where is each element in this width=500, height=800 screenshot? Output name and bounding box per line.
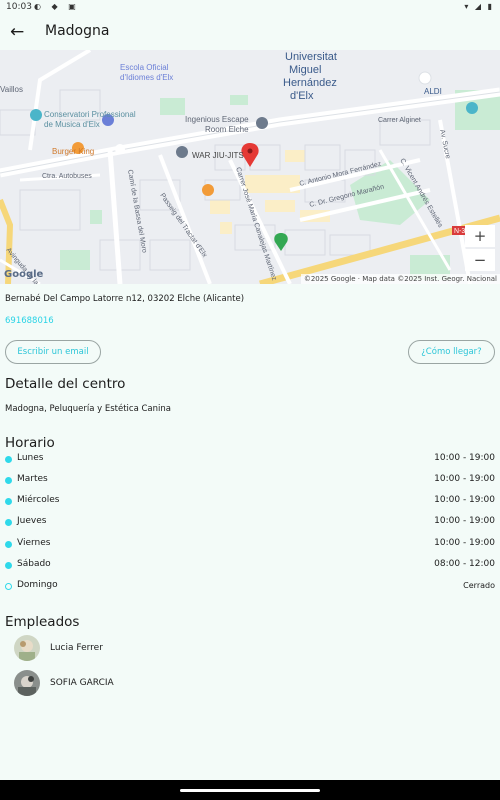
open-dot-icon — [5, 498, 12, 505]
system-icons: ▾ ◢ ▮ — [464, 2, 494, 11]
svg-text:WAR JIU-JITS: WAR JIU-JITS — [192, 151, 244, 160]
day-name: Lunes — [17, 453, 44, 463]
map-canvas: Universitat Miguel Hernández d'Elx Escola O… — [0, 50, 500, 284]
location-map[interactable]: Universitat Miguel Hernández d'Elx Escola O… — [0, 50, 500, 284]
detail-heading: Detalle del centro — [5, 376, 126, 392]
day-hours: 10:00 - 19:00 — [434, 516, 495, 526]
back-arrow-icon[interactable]: ← — [10, 22, 28, 42]
schedule-row: Martes 10:00 - 19:00 — [0, 473, 500, 489]
svg-text:Escola Oficiald'Idiomes d'Elx: Escola Oficial d'Idiomes d'Elx — [120, 63, 173, 82]
day-hours: Cerrado — [463, 581, 495, 590]
schedule-row: Miércoles 10:00 - 19:00 — [0, 494, 500, 510]
directions-button[interactable]: ¿Cómo llegar? — [408, 340, 495, 364]
map-attribution: ©2025 Google · Map data ©2025 Inst. Geog… — [300, 274, 500, 284]
employee-name: SOFIA GARCIA — [50, 678, 114, 688]
employee-item[interactable]: SOFIA GARCIA — [0, 670, 500, 698]
map-zoom-in-button[interactable]: + — [465, 225, 495, 247]
employees-heading: Empleados — [5, 614, 80, 630]
day-hours: 10:00 - 19:00 — [434, 538, 495, 548]
svg-text:Carrer Alginet: Carrer Alginet — [378, 117, 421, 124]
detail-text: Madogna, Peluquería y Estética Canina — [5, 404, 171, 414]
notification-icons: ◐ ◆ ▣ — [34, 2, 80, 11]
day-name: Domingo — [17, 580, 58, 590]
schedule-row: Domingo Cerrado — [0, 579, 500, 595]
day-hours: 10:00 - 19:00 — [434, 474, 495, 484]
avatar — [14, 635, 40, 661]
svg-text:ALDI: ALDI — [424, 87, 442, 96]
google-logo: Google — [4, 269, 44, 280]
avatar — [14, 670, 40, 696]
employee-item[interactable]: Lucia Ferrer — [0, 635, 500, 663]
day-name: Sábado — [17, 559, 51, 569]
system-nav-bar — [0, 780, 500, 800]
svg-text:Vaillos: Vaillos — [0, 85, 23, 94]
open-dot-icon — [5, 541, 12, 548]
day-name: Martes — [17, 474, 48, 484]
open-dot-icon — [5, 562, 12, 569]
employee-name: Lucia Ferrer — [50, 643, 103, 653]
app-bar: ← Madogna — [0, 16, 500, 50]
day-hours: 08:00 - 12:00 — [434, 559, 495, 569]
schedule-row: Jueves 10:00 - 19:00 — [0, 515, 500, 531]
day-name: Jueves — [17, 516, 47, 526]
email-button[interactable]: Escribir un email — [5, 340, 101, 364]
phone-link[interactable]: 691688016 — [5, 316, 54, 326]
status-time: 10:03 — [6, 2, 32, 12]
home-gesture-handle[interactable] — [180, 789, 320, 792]
map-zoom-out-button[interactable]: − — [465, 249, 495, 271]
open-dot-icon — [5, 477, 12, 484]
schedule-row: Lunes 10:00 - 19:00 — [0, 452, 500, 468]
closed-dot-icon — [5, 583, 12, 590]
day-name: Miércoles — [17, 495, 60, 505]
schedule-row: Viernes 10:00 - 19:00 — [0, 537, 500, 553]
schedule-row: Sábado 08:00 - 12:00 — [0, 558, 500, 574]
schedule-heading: Horario — [5, 435, 55, 451]
page-title: Madogna — [45, 23, 110, 39]
svg-text:Burger King: Burger King — [52, 147, 94, 156]
open-dot-icon — [5, 456, 12, 463]
status-bar: 10:03 ◐ ◆ ▣ ▾ ◢ ▮ — [0, 0, 500, 16]
day-hours: 10:00 - 19:00 — [434, 495, 495, 505]
day-hours: 10:00 - 19:00 — [434, 453, 495, 463]
address-text: Bernabé Del Campo Latorre n12, 03202 Elc… — [5, 294, 245, 304]
svg-text:Ctra. Autobuses: Ctra. Autobuses — [42, 173, 92, 180]
open-dot-icon — [5, 519, 12, 526]
day-name: Viernes — [17, 538, 51, 548]
